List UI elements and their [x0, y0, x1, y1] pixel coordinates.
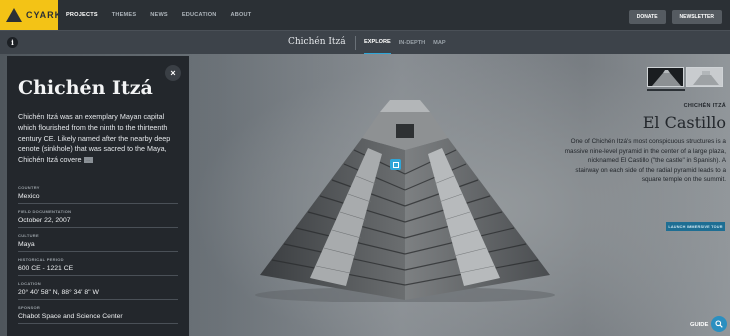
- logo-text: CYARK: [26, 10, 63, 20]
- site-subnav: i Chichén Itzá EXPLORE IN-DEPTH MAP: [0, 30, 730, 55]
- search-icon: [715, 320, 723, 328]
- fact-value: October 22, 2007: [18, 217, 71, 224]
- thumbnail-selected-indicator: [647, 89, 685, 91]
- tab-in-depth[interactable]: IN-DEPTH: [399, 31, 425, 55]
- fact-label: SPONSOR: [18, 305, 41, 310]
- top-buttons: DONATE NEWSLETTER: [628, 10, 722, 24]
- nav-item-education[interactable]: EDUCATION: [182, 12, 217, 18]
- fact-label: COUNTRY: [18, 185, 40, 190]
- donate-button[interactable]: DONATE: [628, 10, 666, 24]
- structure-thumbnail-icon: [687, 68, 722, 86]
- info-icon[interactable]: i: [7, 37, 18, 48]
- hotspot-marker[interactable]: [390, 159, 401, 170]
- main-nav: PROJECTS THEMES NEWS EDUCATION ABOUT: [66, 0, 251, 30]
- site-info-panel: × Chichén Itzá Chichén Itzá was an exemp…: [7, 56, 189, 336]
- tab-explore[interactable]: EXPLORE: [364, 31, 391, 55]
- guide-button[interactable]: [711, 316, 727, 332]
- site-title: Chichén Itzá: [288, 37, 346, 47]
- launch-tour-button[interactable]: LAUNCH IMMERSIVE TOUR: [666, 222, 725, 231]
- nav-item-about[interactable]: ABOUT: [231, 12, 252, 18]
- feature-title: El Castillo: [642, 113, 726, 132]
- feature-description: One of Chichén Itzá's most conspicuous s…: [564, 138, 726, 184]
- panel-description: Chichén Itzá was an exemplary Mayan capi…: [18, 112, 180, 166]
- fact-label: LOCATION: [18, 281, 41, 286]
- feature-thumbnails: [647, 67, 723, 87]
- fact-label: HISTORICAL PERIOD: [18, 257, 64, 262]
- read-more-icon[interactable]: ...: [83, 157, 93, 164]
- hotspot-icon: [392, 161, 399, 168]
- cyark-logo[interactable]: CYARK: [0, 0, 61, 30]
- subnav-divider: [355, 36, 356, 50]
- subnav-tabs: EXPLORE IN-DEPTH MAP: [364, 31, 446, 55]
- fact-value: Maya: [18, 241, 35, 248]
- close-icon[interactable]: ×: [165, 65, 181, 81]
- fact-sponsor: SPONSOR Chabot Space and Science Center: [18, 300, 178, 324]
- fact-label: FIELD DOCUMENTATION: [18, 209, 72, 214]
- fact-value: Mexico: [18, 193, 40, 200]
- thumbnail-el-castillo[interactable]: [647, 67, 684, 87]
- logo-mark-icon: [6, 8, 22, 22]
- guide-label[interactable]: GUIDE: [690, 322, 708, 328]
- el-castillo-pyramid-model[interactable]: [250, 90, 560, 302]
- fact-value: Chabot Space and Science Center: [18, 313, 123, 320]
- top-navigation-bar: CYARK PROJECTS THEMES NEWS EDUCATION ABO…: [0, 0, 730, 30]
- site-facts: COUNTRY Mexico FIELD DOCUMENTATION Octob…: [18, 180, 178, 324]
- nav-item-themes[interactable]: THEMES: [112, 12, 137, 18]
- feature-eyebrow: CHICHÉN ITZÁ: [683, 103, 726, 109]
- newsletter-button[interactable]: NEWSLETTER: [671, 10, 722, 24]
- fact-field-documentation: FIELD DOCUMENTATION October 22, 2007: [18, 204, 178, 228]
- thumbnail-second-structure[interactable]: [686, 67, 723, 87]
- fact-location: LOCATION 20° 40' 58" N, 88° 34' 8" W: [18, 276, 178, 300]
- fact-culture: CULTURE Maya: [18, 228, 178, 252]
- fact-value: 20° 40' 58" N, 88° 34' 8" W: [18, 289, 99, 296]
- nav-item-news[interactable]: NEWS: [150, 12, 168, 18]
- tab-map[interactable]: MAP: [433, 31, 445, 55]
- panel-title: Chichén Itzá: [18, 77, 153, 99]
- pyramid-thumbnail-icon: [652, 70, 681, 86]
- fact-historical-period: HISTORICAL PERIOD 600 CE - 1221 CE: [18, 252, 178, 276]
- fact-label: CULTURE: [18, 233, 39, 238]
- nav-item-projects[interactable]: PROJECTS: [66, 12, 98, 18]
- panel-description-text: Chichén Itzá was an exemplary Mayan capi…: [18, 112, 171, 165]
- fact-value: 600 CE - 1221 CE: [18, 265, 74, 272]
- fact-country: COUNTRY Mexico: [18, 180, 178, 204]
